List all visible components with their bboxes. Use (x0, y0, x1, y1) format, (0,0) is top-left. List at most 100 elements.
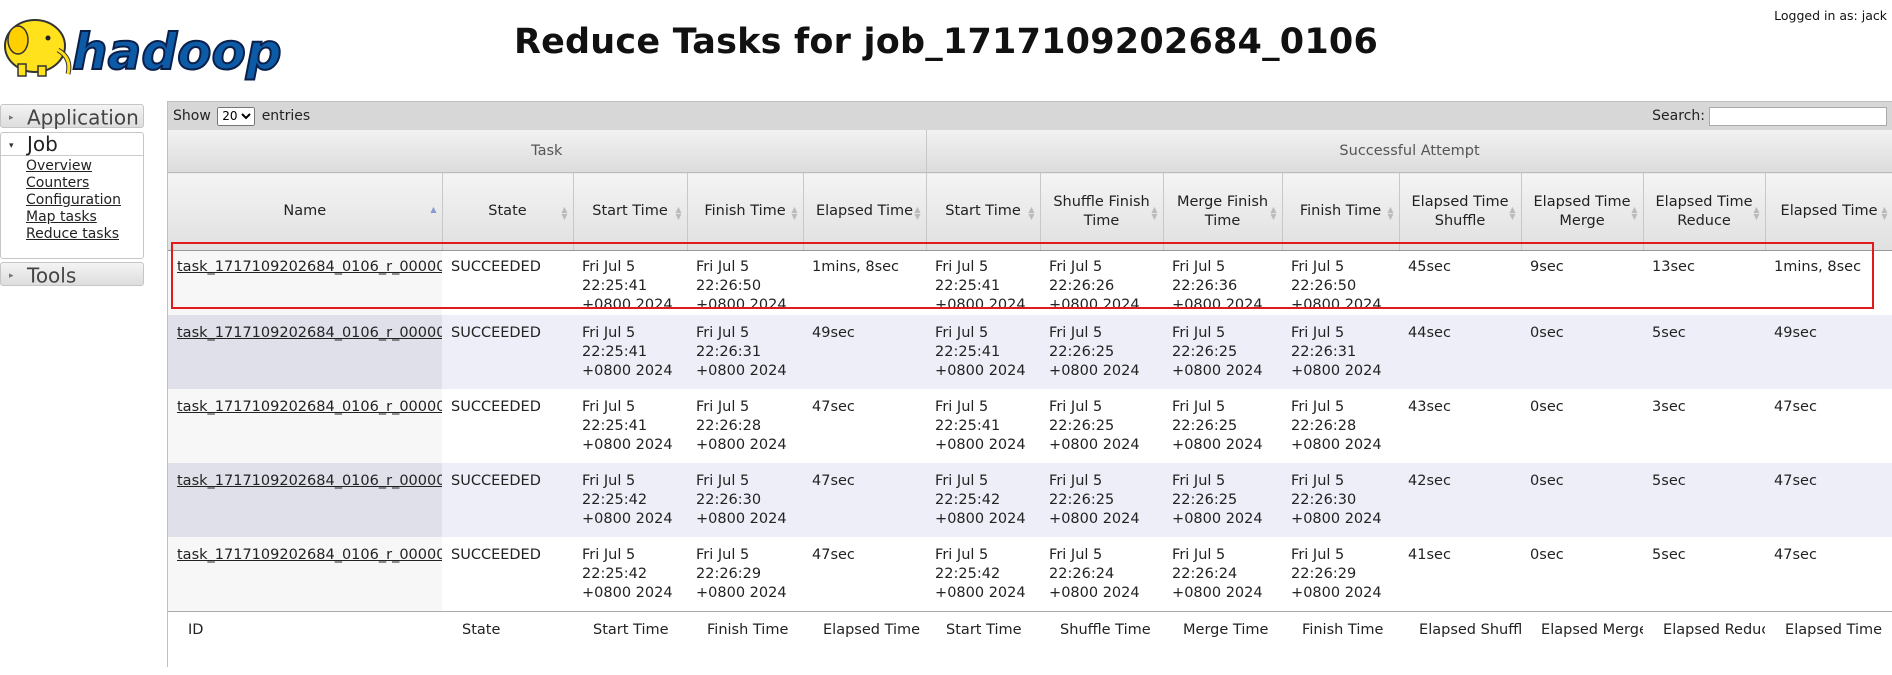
nav-map-tasks[interactable]: Map tasks (26, 209, 143, 226)
col-merge-finish-time[interactable]: Merge Finish Time ▲ ▼ (1163, 172, 1283, 251)
cell-elapsed-time: 49sec (803, 315, 927, 389)
table-footer-filters: ID State Start Time Finish Time Elapsed … (168, 610, 1892, 675)
cell-attempt-finish-time: Fri Jul 5 22:26:50 +0800 2024 (1282, 250, 1400, 315)
cell-elapsed-reduce: 5sec (1643, 315, 1766, 389)
cell-elapsed-shuffle: 43sec (1399, 389, 1522, 463)
cell-elapsed-reduce: 3sec (1643, 389, 1766, 463)
cell-task-name: task_1717109202684_0106_r_000003 (168, 463, 442, 537)
sort-icon: ▲ ▼ (1028, 205, 1035, 221)
entries-select[interactable]: 20 (217, 106, 256, 126)
col-state[interactable]: State ▲ ▼ (442, 172, 574, 251)
tasks-table-panel: Show 20 entries Search: Task Successful … (167, 101, 1892, 675)
filter-elapsed-time[interactable]: Elapsed Time (803, 610, 927, 675)
col-start-time[interactable]: Start Time ▲ ▼ (573, 172, 688, 251)
sort-icon: ▲ ▼ (1631, 205, 1638, 221)
page-title: Reduce Tasks for job_1717109202684_0106 (513, 22, 1379, 62)
filter-shuffle-time[interactable]: Shuffle Time (1040, 610, 1164, 675)
cell-elapsed-reduce: 5sec (1643, 537, 1766, 611)
table-row: task_1717109202684_0106_r_000004 SUCCEEDE… (168, 537, 1892, 611)
task-link[interactable]: task_1717109202684_0106_r_000004 (177, 547, 442, 563)
cell-state: SUCCEEDED (442, 537, 573, 611)
sort-asc-icon: ▲ (430, 205, 437, 214)
cell-attempt-finish-time: Fri Jul 5 22:26:29 +0800 2024 (1282, 537, 1400, 611)
filter-elapsed-shuffle[interactable]: Elapsed Shuffl (1399, 610, 1522, 675)
cell-task-name: task_1717109202684_0106_r_000004 (168, 537, 442, 611)
filter-start-time[interactable]: Start Time (573, 610, 687, 675)
sidebar-tools[interactable]: ▸ Tools (0, 262, 144, 287)
table-toolbar: Show 20 entries Search: (168, 102, 1892, 130)
cell-finish-time: Fri Jul 5 22:26:29 +0800 2024 (687, 537, 803, 611)
nav-overview[interactable]: Overview (26, 158, 143, 175)
cell-elapsed-shuffle: 44sec (1399, 315, 1522, 389)
cell-attempt-start-time: Fri Jul 5 22:25:42 +0800 2024 (926, 537, 1041, 611)
cell-elapsed-merge: 0sec (1521, 537, 1644, 611)
nav-configuration[interactable]: Configuration (26, 192, 143, 209)
col-attempt-finish-time[interactable]: Finish Time ▲ ▼ (1282, 172, 1400, 251)
cell-elapsed-time: 47sec (803, 463, 927, 537)
sort-icon: ▲ ▼ (561, 205, 568, 221)
cell-elapsed-reduce: 13sec (1643, 250, 1766, 315)
cell-attempt-finish-time: Fri Jul 5 22:26:31 +0800 2024 (1282, 315, 1400, 389)
nav-counters[interactable]: Counters (26, 175, 143, 192)
task-link[interactable]: task_1717109202684_0106_r_000000 (177, 259, 442, 275)
logged-in-user: Logged in as: jack (1774, 8, 1887, 23)
cell-task-name: task_1717109202684_0106_r_000000 (168, 250, 442, 315)
col-elapsed-shuffle[interactable]: Elapsed Time Shuffle ▲ ▼ (1399, 172, 1522, 251)
cell-start-time: Fri Jul 5 22:25:41 +0800 2024 (573, 315, 687, 389)
col-elapsed-merge[interactable]: Elapsed Time Merge ▲ ▼ (1521, 172, 1644, 251)
task-link[interactable]: task_1717109202684_0106_r_000001 (177, 325, 442, 341)
cell-start-time: Fri Jul 5 22:25:41 +0800 2024 (573, 389, 687, 463)
cell-elapsed-time: 47sec (803, 537, 927, 611)
cell-state: SUCCEEDED (442, 250, 573, 315)
sort-icon: ▲ ▼ (791, 205, 798, 221)
cell-attempt-elapsed-time: 47sec (1765, 389, 1892, 463)
sidebar-job[interactable]: ▾ Job (1, 133, 143, 156)
filter-attempt-start-time[interactable]: Start Time (926, 610, 1041, 675)
group-header-successful-attempt: Successful Attempt (926, 130, 1892, 173)
sort-icon: ▲ ▼ (914, 205, 921, 221)
cell-attempt-start-time: Fri Jul 5 22:25:41 +0800 2024 (926, 389, 1041, 463)
cell-attempt-start-time: Fri Jul 5 22:25:41 +0800 2024 (926, 250, 1041, 315)
reduce-tasks-table: Task Successful Attempt Name ▲ State ▲ ▼ St… (168, 130, 1892, 675)
cell-shuffle-finish-time: Fri Jul 5 22:26:25 +0800 2024 (1040, 389, 1164, 463)
filter-attempt-elapsed-time[interactable]: Elapsed Time (1765, 610, 1892, 675)
search-input[interactable] (1709, 106, 1887, 126)
filter-elapsed-merge[interactable]: Elapsed Merge (1521, 610, 1644, 675)
cell-start-time: Fri Jul 5 22:25:42 +0800 2024 (573, 537, 687, 611)
col-shuffle-finish-time[interactable]: Shuffle Finish Time ▲ ▼ (1040, 172, 1164, 251)
col-name[interactable]: Name ▲ (168, 172, 443, 251)
sort-icon: ▲ ▼ (1881, 205, 1888, 221)
sort-icon: ▲ ▼ (1509, 205, 1516, 221)
col-finish-time[interactable]: Finish Time ▲ ▼ (687, 172, 804, 251)
task-link[interactable]: task_1717109202684_0106_r_000003 (177, 473, 442, 489)
filter-merge-time[interactable]: Merge Time (1163, 610, 1283, 675)
cell-elapsed-shuffle: 41sec (1399, 537, 1522, 611)
cell-elapsed-merge: 0sec (1521, 463, 1644, 537)
sidebar-application[interactable]: ▸ Application (0, 104, 144, 129)
sort-icon: ▲ ▼ (675, 205, 682, 221)
sidebar-job-panel: ▾ Job Overview Counters Configuration Map… (0, 132, 144, 259)
filter-elapsed-reduce[interactable]: Elapsed Reduc (1643, 610, 1766, 675)
chevron-down-icon: ▾ (9, 140, 14, 151)
cell-attempt-start-time: Fri Jul 5 22:25:41 +0800 2024 (926, 315, 1041, 389)
nav-reduce-tasks[interactable]: Reduce tasks (26, 226, 143, 243)
sort-icon: ▲ ▼ (1151, 205, 1158, 221)
col-attempt-start-time[interactable]: Start Time ▲ ▼ (926, 172, 1041, 251)
cell-finish-time: Fri Jul 5 22:26:30 +0800 2024 (687, 463, 803, 537)
table-row: task_1717109202684_0106_r_000003 SUCCEEDE… (168, 463, 1892, 537)
chevron-right-icon: ▸ (9, 112, 14, 123)
cell-merge-finish-time: Fri Jul 5 22:26:24 +0800 2024 (1163, 537, 1283, 611)
col-elapsed-reduce[interactable]: Elapsed Time Reduce ▲ ▼ (1643, 172, 1766, 251)
col-elapsed-time[interactable]: Elapsed Time ▲ ▼ (803, 172, 927, 251)
col-attempt-elapsed-time[interactable]: Elapsed Time ▲ ▼ (1765, 172, 1892, 251)
task-link[interactable]: task_1717109202684_0106_r_000002 (177, 399, 442, 415)
sort-icon: ▲ ▼ (1753, 205, 1760, 221)
cell-state: SUCCEEDED (442, 315, 573, 389)
filter-attempt-finish-time[interactable]: Finish Time (1282, 610, 1400, 675)
table-row: task_1717109202684_0106_r_000002 SUCCEEDE… (168, 389, 1892, 463)
cell-start-time: Fri Jul 5 22:25:41 +0800 2024 (573, 250, 687, 315)
filter-state[interactable]: State (442, 610, 573, 675)
filter-finish-time[interactable]: Finish Time (687, 610, 803, 675)
filter-id[interactable]: ID (168, 610, 442, 675)
cell-finish-time: Fri Jul 5 22:26:50 +0800 2024 (687, 250, 803, 315)
